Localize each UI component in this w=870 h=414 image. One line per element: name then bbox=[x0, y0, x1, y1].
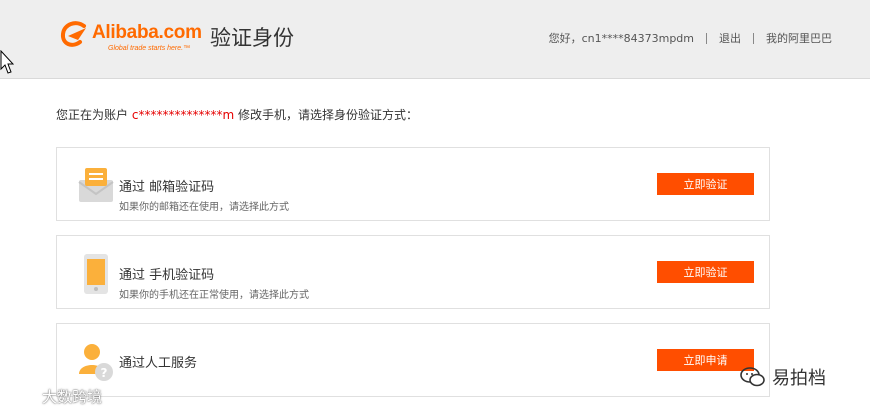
option-title: 通过 邮箱验证码 bbox=[119, 180, 215, 195]
nav-divider bbox=[706, 32, 707, 44]
watermark-left-text: 大数跨境 bbox=[42, 388, 103, 406]
alibaba-logo[interactable]: Alibaba.com Global trade starts here.™ bbox=[58, 18, 208, 52]
option-title: 通过人工服务 bbox=[119, 356, 198, 371]
logout-link[interactable]: 退出 bbox=[719, 30, 741, 46]
user-question-icon: ? bbox=[79, 344, 113, 381]
option-manual-service: ? 通过人工服务 立即申请 bbox=[56, 323, 770, 397]
option-phone-verification: 通过 手机验证码 如果你的手机还在正常使用，请选择此方式 立即验证 bbox=[56, 235, 770, 309]
prompt-prefix: 您正在为账户 bbox=[56, 108, 129, 122]
verify-now-button[interactable]: 立即验证 bbox=[657, 261, 754, 283]
page-title: 验证身份 bbox=[210, 26, 294, 50]
option-description: 如果你的手机还在正常使用，请选择此方式 bbox=[119, 290, 309, 301]
svg-text:?: ? bbox=[101, 366, 108, 380]
watermark-yipaidang: 易拍档 bbox=[740, 364, 826, 390]
prompt-suffix: 修改手机，请选择身份验证方式： bbox=[237, 108, 418, 122]
top-nav: 您好，cn1****84373mpdm 退出 我的阿里巴巴 bbox=[549, 30, 832, 46]
user-greeting: 您好，cn1****84373mpdm bbox=[548, 32, 694, 45]
alibaba-logo-icon bbox=[60, 21, 86, 47]
logo-tagline: Global trade starts here.™ bbox=[108, 45, 191, 52]
masked-account: c**************m bbox=[131, 108, 235, 122]
verification-prompt: 您正在为账户 c**************m 修改手机，请选择身份验证方式： bbox=[56, 106, 418, 123]
verify-now-button[interactable]: 立即验证 bbox=[657, 173, 754, 195]
phone-icon bbox=[84, 254, 108, 294]
logo-brand: Alibaba.com bbox=[92, 22, 202, 43]
page-header: Alibaba.com Global trade starts here.™ 验… bbox=[0, 0, 870, 79]
watermark-logo-icon bbox=[9, 389, 35, 404]
watermark-right-text: 易拍档 bbox=[772, 368, 826, 389]
option-description: 如果你的邮箱还在使用，请选择此方式 bbox=[119, 202, 289, 213]
mouse-cursor-icon bbox=[0, 50, 14, 74]
my-alibaba-link[interactable]: 我的阿里巴巴 bbox=[766, 30, 832, 46]
nav-divider bbox=[753, 32, 754, 44]
option-title: 通过 手机验证码 bbox=[119, 268, 215, 283]
option-email-verification: 通过 邮箱验证码 如果你的邮箱还在使用，请选择此方式 立即验证 bbox=[56, 147, 770, 221]
envelope-icon bbox=[78, 168, 114, 202]
watermark-dashu: 大数跨境 bbox=[8, 386, 102, 407]
wechat-icon bbox=[740, 367, 765, 387]
